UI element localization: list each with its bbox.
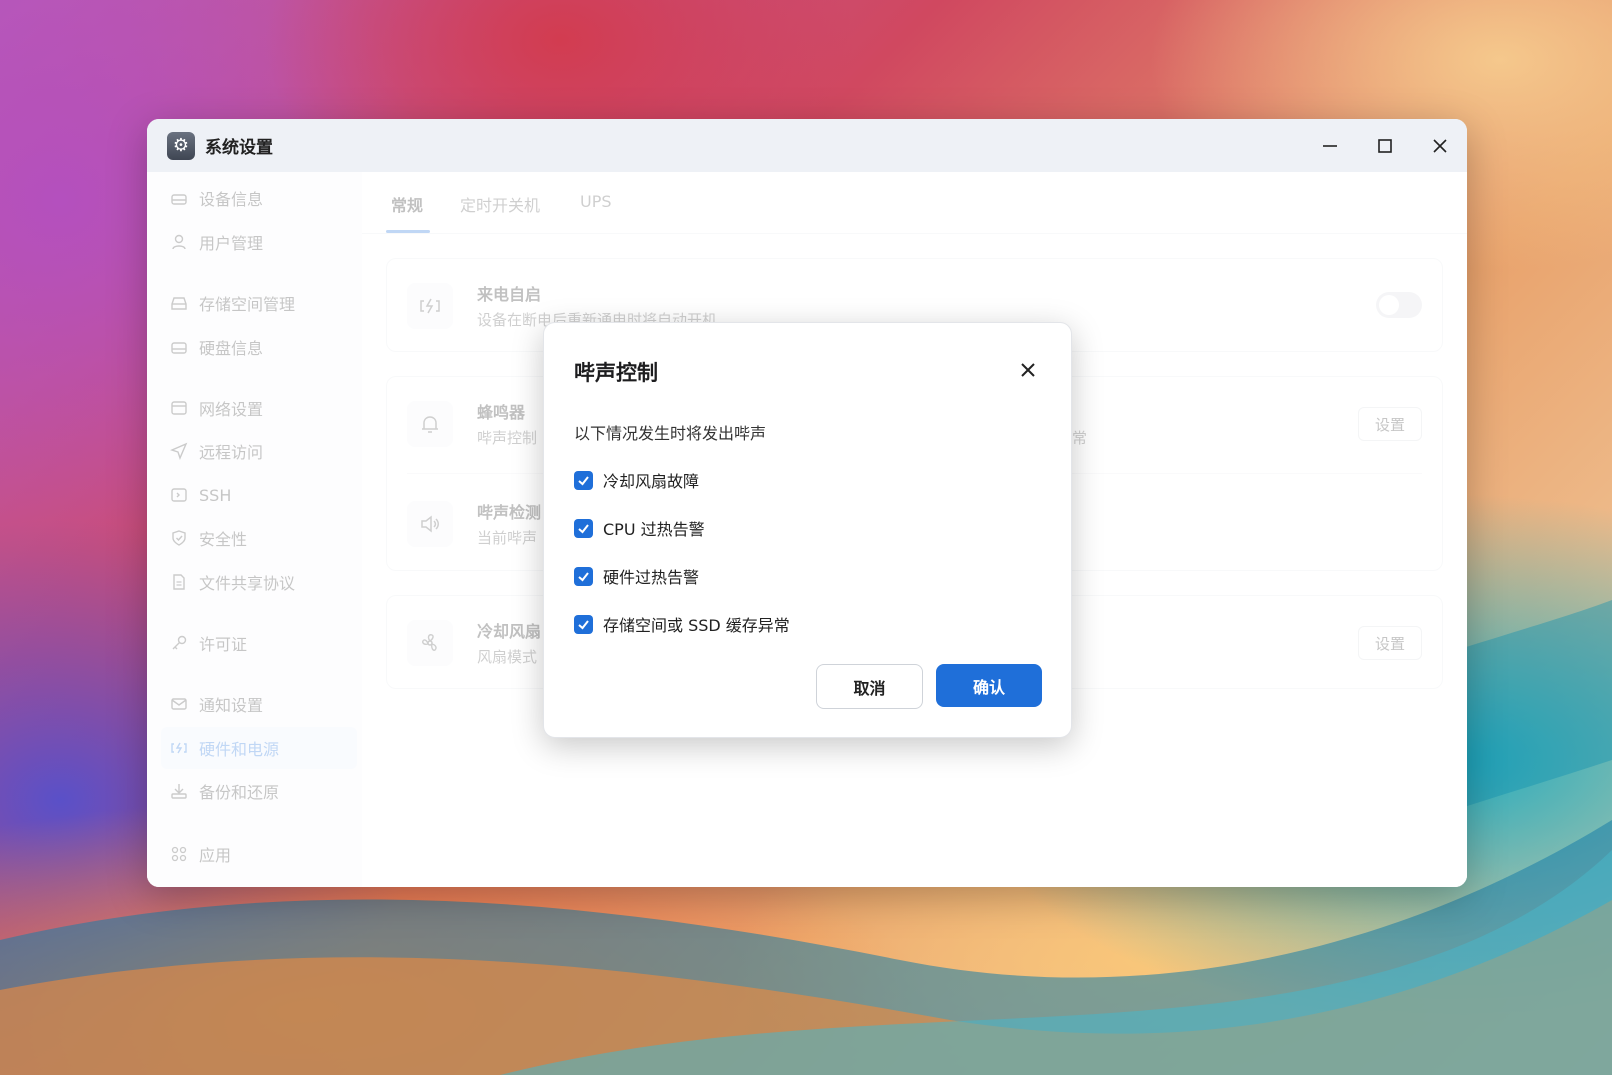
fan-settings-button[interactable]: 设置 <box>1358 626 1422 660</box>
ssh-icon <box>169 485 189 505</box>
send-icon <box>169 441 189 461</box>
fan-desc: 风扇模式 <box>477 648 538 666</box>
network-icon <box>169 398 189 418</box>
sidebar-item-users[interactable]: 用户管理 <box>161 221 357 263</box>
sidebar-item-label: 通知设置 <box>199 696 264 715</box>
sidebar: 设备信息 用户管理 存储空间管理 硬盘信息 网络设置 远程访问 SSH 安全性 <box>147 172 362 887</box>
cancel-button[interactable]: 取消 <box>816 664 923 709</box>
auto-power-toggle[interactable] <box>1376 292 1422 318</box>
title-bar: ⚙ 系统设置 <box>147 119 1467 172</box>
tab-ups[interactable]: UPS <box>580 192 612 211</box>
option-storage-ssd-error[interactable]: 存储空间或 SSD 缓存异常 <box>574 612 790 636</box>
sidebar-item-notifications[interactable]: 通知设置 <box>161 683 357 725</box>
sidebar-item-backup[interactable]: 备份和还原 <box>161 770 357 812</box>
sidebar-item-disks[interactable]: 硬盘信息 <box>161 326 357 368</box>
dialog-description: 以下情况发生时将发出哔声 <box>574 424 767 443</box>
beep-test-desc: 当前哔声 <box>477 529 538 547</box>
storage-icon <box>169 293 189 313</box>
sidebar-item-remote[interactable]: 远程访问 <box>161 430 357 472</box>
dialog-close-button[interactable] <box>1013 355 1043 385</box>
dialog-title: 哔声控制 <box>574 361 658 385</box>
mail-icon <box>169 694 189 714</box>
fan-icon <box>407 620 453 666</box>
minimize-button[interactable] <box>1303 119 1357 172</box>
check-icon <box>578 571 589 581</box>
buzzer-title: 蜂鸣器 <box>477 403 526 422</box>
fan-title: 冷却风扇 <box>477 622 542 641</box>
sidebar-item-label: 远程访问 <box>199 443 264 462</box>
option-label: CPU 过热告警 <box>603 520 705 539</box>
beep-control-dialog: 哔声控制 以下情况发生时将发出哔声 冷却风扇故障 CPU 过热告警 硬件过热告警… <box>543 322 1072 738</box>
sidebar-item-label: 备份和还原 <box>199 783 280 802</box>
window-title: 系统设置 <box>205 138 273 158</box>
checkbox-checked[interactable] <box>574 614 593 634</box>
sidebar-item-label: SSH <box>199 485 232 505</box>
bell-icon <box>407 401 453 447</box>
option-label: 硬件过热告警 <box>603 568 700 587</box>
confirm-button[interactable]: 确认 <box>936 664 1042 707</box>
tab-general[interactable]: 常规 <box>391 192 423 216</box>
power-icon <box>169 738 189 758</box>
sidebar-item-label: 许可证 <box>199 635 248 654</box>
close-icon <box>1021 363 1035 377</box>
option-cpu-overheat[interactable]: CPU 过热告警 <box>574 516 705 540</box>
active-tab-indicator <box>386 230 430 233</box>
option-fan-failure[interactable]: 冷却风扇故障 <box>574 468 699 492</box>
sidebar-item-hardware-power[interactable]: 硬件和电源 <box>161 727 357 769</box>
close-icon <box>1433 138 1447 153</box>
download-icon <box>169 781 189 801</box>
sidebar-item-label: 存储空间管理 <box>199 295 296 314</box>
checkbox-checked[interactable] <box>574 470 593 490</box>
sidebar-item-license[interactable]: 许可证 <box>161 622 357 664</box>
buzzer-desc-tail: 常 <box>1072 429 1088 447</box>
gear-icon: ⚙ <box>167 131 195 160</box>
speaker-icon <box>407 501 453 547</box>
sidebar-item-ssh[interactable]: SSH <box>161 474 357 516</box>
key-icon <box>169 633 189 653</box>
sidebar-item-label: 文件共享协议 <box>199 574 296 593</box>
file-icon <box>169 572 189 592</box>
sidebar-item-apps[interactable]: 应用 <box>161 833 357 875</box>
check-icon <box>578 523 589 533</box>
close-window-button[interactable] <box>1413 119 1467 172</box>
sidebar-item-label: 用户管理 <box>199 234 264 253</box>
tab-scheduled-power[interactable]: 定时开关机 <box>460 192 540 216</box>
buzzer-settings-button[interactable]: 设置 <box>1358 407 1422 441</box>
option-hardware-overheat[interactable]: 硬件过热告警 <box>574 564 699 588</box>
power-icon <box>407 283 453 329</box>
minimize-icon <box>1323 144 1337 147</box>
shield-icon <box>169 528 189 548</box>
sidebar-item-label: 硬盘信息 <box>199 339 264 358</box>
tab-bar: 常规 定时开关机 UPS <box>362 172 1467 234</box>
sidebar-item-label: 应用 <box>199 846 232 865</box>
apps-icon <box>169 844 189 864</box>
sidebar-item-file-sharing[interactable]: 文件共享协议 <box>161 561 357 603</box>
sidebar-item-label: 安全性 <box>199 530 248 549</box>
check-icon <box>578 619 589 629</box>
sidebar-item-device-info[interactable]: 设备信息 <box>161 177 357 219</box>
sidebar-item-label: 设备信息 <box>199 190 264 209</box>
buzzer-desc: 哔声控制 <box>477 429 538 447</box>
sidebar-item-label: 硬件和电源 <box>199 740 280 759</box>
maximize-icon <box>1378 138 1392 153</box>
sidebar-item-security[interactable]: 安全性 <box>161 517 357 559</box>
sidebar-item-storage[interactable]: 存储空间管理 <box>161 282 357 324</box>
sidebar-item-network[interactable]: 网络设置 <box>161 387 357 429</box>
checkbox-checked[interactable] <box>574 566 593 586</box>
option-label: 冷却风扇故障 <box>603 472 700 491</box>
user-icon <box>169 232 189 252</box>
beep-test-title: 哔声检测 <box>477 503 542 522</box>
checkbox-checked[interactable] <box>574 518 593 538</box>
maximize-button[interactable] <box>1358 119 1412 172</box>
disk-icon <box>169 337 189 357</box>
sidebar-item-label: 网络设置 <box>199 400 264 419</box>
check-icon <box>578 475 589 485</box>
device-icon <box>169 188 189 208</box>
option-label: 存储空间或 SSD 缓存异常 <box>603 616 790 635</box>
auto-power-title: 来电自启 <box>477 285 542 304</box>
